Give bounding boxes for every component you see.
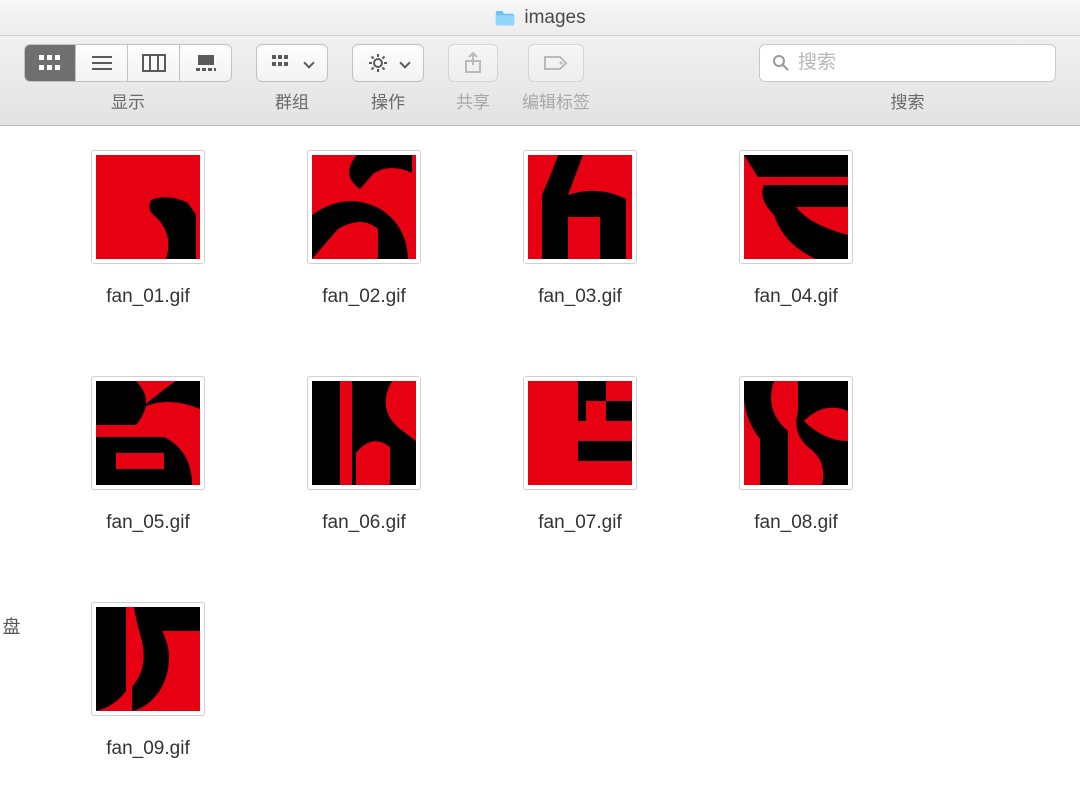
file-grid: fan_01.gif fan_02.gif fan_03.gif fan_04.… [22,126,1080,785]
window-title: images [524,7,585,29]
search-group: 搜索 [759,44,1056,113]
group-by-group: 群组 [256,44,328,113]
action-button[interactable] [352,44,424,82]
file-thumbnail [91,150,205,264]
file-item[interactable]: fan_06.gif [274,376,454,586]
file-name: fan_04.gif [754,286,837,308]
share-group: 共享 [448,44,498,113]
gallery-view-icon [194,54,218,72]
share-label: 共享 [456,88,490,113]
file-item[interactable]: fan_01.gif [58,150,238,360]
action-label: 操作 [371,88,405,113]
file-item[interactable]: fan_03.gif [490,150,670,360]
window-titlebar: images [0,0,1080,36]
search-label: 搜索 [891,88,925,113]
file-thumbnail [523,150,637,264]
file-item[interactable]: fan_09.gif [58,602,238,812]
folder-icon [494,9,516,27]
file-thumbnail [523,376,637,490]
file-name: fan_02.gif [322,286,405,308]
group-by-button[interactable] [256,44,328,82]
file-name: fan_09.gif [106,738,189,760]
tags-label: 编辑标签 [522,88,590,113]
file-name: fan_08.gif [754,512,837,534]
file-thumbnail [91,602,205,716]
tags-group: 编辑标签 [522,44,590,113]
search-icon [772,54,790,72]
file-item[interactable]: fan_07.gif [490,376,670,586]
column-view-icon [142,54,166,72]
file-item[interactable]: fan_02.gif [274,150,454,360]
search-box[interactable] [759,44,1056,82]
file-thumbnail [739,376,853,490]
file-item[interactable]: fan_08.gif [706,376,886,586]
view-group: 显示 [24,44,232,113]
share-icon [463,52,483,74]
view-list-button[interactable] [76,44,128,82]
sidebar-edge: 盘 [0,126,22,785]
toolbar: 显示 群组 操作 [0,36,1080,126]
view-gallery-button[interactable] [180,44,232,82]
view-column-button[interactable] [128,44,180,82]
group-sort-icon [271,54,293,72]
file-thumbnail [91,376,205,490]
file-item[interactable]: fan_04.gif [706,150,886,360]
file-thumbnail [307,150,421,264]
file-item[interactable]: fan_05.gif [58,376,238,586]
gear-icon [367,52,389,74]
icon-view-icon [38,54,62,72]
list-view-icon [91,54,113,72]
group-label: 群组 [275,88,309,113]
action-group: 操作 [352,44,424,113]
file-thumbnail [739,150,853,264]
share-button[interactable] [448,44,498,82]
view-label: 显示 [111,88,145,113]
file-name: fan_07.gif [538,512,621,534]
tags-button[interactable] [528,44,584,82]
view-icon-button[interactable] [24,44,76,82]
file-thumbnail [307,376,421,490]
chevron-down-icon [303,57,314,68]
chevron-down-icon [399,57,410,68]
search-input[interactable] [798,52,1043,74]
tag-icon [543,54,569,72]
file-name: fan_01.gif [106,286,189,308]
file-name: fan_03.gif [538,286,621,308]
file-name: fan_06.gif [322,512,405,534]
file-name: fan_05.gif [106,512,189,534]
